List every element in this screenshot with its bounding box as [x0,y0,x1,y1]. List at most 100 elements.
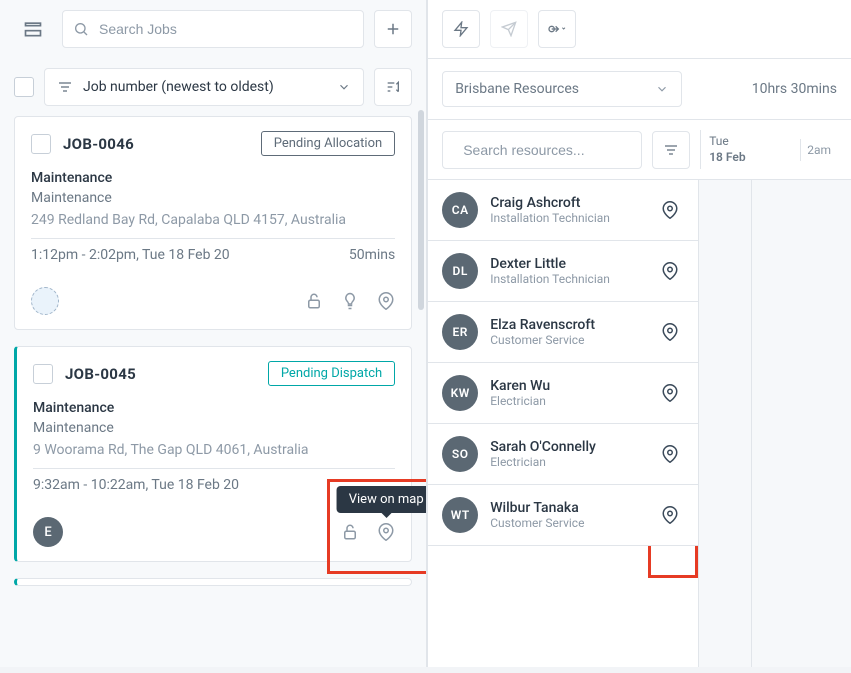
job-time: 9:32am - 10:22am, Tue 18 Feb 20 [33,477,239,493]
avatar: DL [442,253,478,289]
search-resources-input[interactable] [461,141,646,159]
lightbulb-icon [341,292,359,310]
job-select-checkbox[interactable] [33,364,53,384]
job-address: 249 Redland Bay Rd, Capalaba QLD 4157, A… [31,212,395,228]
unlock-icon [305,292,323,310]
map-button[interactable]: View on map [377,523,395,541]
timeline-day: Tue [709,134,782,150]
assigned-avatar[interactable]: E [33,517,63,547]
lock-button[interactable] [341,523,359,541]
unlock-icon [341,523,359,541]
lightning-icon [453,21,469,37]
resource-name: Sarah O'Connelly [490,439,656,455]
map-button[interactable] [377,292,395,310]
locate-resource-button[interactable] [656,196,684,224]
resource-role: Installation Technician [490,272,656,286]
send-button[interactable] [490,10,528,48]
map-pin-icon [661,323,679,341]
job-card-partial[interactable] [14,578,412,586]
jobs-panel: Job number (newest to oldest) JOB-0046 P… [0,0,427,667]
job-card[interactable]: JOB-0046 Pending Allocation Maintenance … [14,116,412,330]
resource-name: Elza Ravenscroft [490,317,656,333]
job-status-badge: Pending Dispatch [268,361,395,386]
resource-group-select[interactable]: Brisbane Resources [442,71,682,107]
job-status-badge: Pending Allocation [261,131,396,156]
chevron-down-icon [337,80,351,94]
resource-row[interactable]: ER Elza Ravenscroft Customer Service [428,302,698,363]
map-pin-icon [661,506,679,524]
timeline-grid[interactable] [698,180,851,667]
export-button[interactable] [538,10,576,48]
resource-row[interactable]: DL Dexter Little Installation Technician [428,241,698,302]
timeline-tick: 2am [800,139,837,161]
panel-icon [23,19,43,39]
map-pin-icon [377,292,395,310]
map-pin-icon [661,384,679,402]
panel-toggle-button[interactable] [14,10,52,48]
unassigned-avatar[interactable] [31,287,59,315]
resource-sort-button[interactable] [652,131,690,169]
job-duration: 50mins [349,247,395,263]
job-category: Maintenance [33,400,395,416]
resource-name: Wilbur Tanaka [490,500,656,516]
job-id: JOB-0045 [65,365,136,383]
job-list: JOB-0046 Pending Allocation Maintenance … [0,116,426,673]
suggest-button[interactable] [341,292,359,310]
sort-label: Job number (newest to oldest) [83,79,274,95]
timeline-date: Tue 18 Feb [700,130,790,169]
lock-button[interactable] [305,292,323,310]
resource-name: Dexter Little [490,256,656,272]
sort-desc-icon [385,79,401,95]
sort-dropdown[interactable]: Job number (newest to oldest) [44,68,364,106]
resource-row[interactable]: KW Karen Wu Electrician [428,363,698,424]
locate-resource-button[interactable] [656,501,684,529]
job-subtype: Maintenance [33,420,395,436]
map-pin-icon [661,445,679,463]
sort-direction-button[interactable] [374,68,412,106]
locate-resource-button[interactable] [656,379,684,407]
avatar: CA [442,192,478,228]
select-all-checkbox[interactable] [14,77,34,97]
locate-resource-button[interactable] [656,440,684,468]
resource-list: CA Craig Ashcroft Installation Technicia… [428,180,851,667]
quick-action-button[interactable] [442,10,480,48]
resource-role: Electrician [490,455,656,469]
send-icon [501,21,517,37]
map-pin-icon [661,201,679,219]
search-jobs-input-wrap[interactable] [62,10,364,48]
job-select-checkbox[interactable] [31,134,51,154]
resource-role: Customer Service [490,516,656,530]
chevron-down-icon [655,82,669,96]
locate-resource-button[interactable] [656,318,684,346]
timeline-date-text: 18 Feb [709,150,782,166]
resource-row[interactable]: SO Sarah O'Connelly Electrician [428,424,698,485]
job-card[interactable]: JOB-0045 Pending Dispatch Maintenance Ma… [14,346,412,562]
export-icon [547,21,567,37]
add-job-button[interactable] [374,10,412,48]
avatar: WT [442,497,478,533]
resource-name: Craig Ashcroft [490,195,656,211]
search-icon [73,21,89,37]
search-jobs-input[interactable] [97,20,353,38]
avatar: KW [442,375,478,411]
locate-resource-button[interactable] [656,257,684,285]
search-resources-wrap[interactable] [442,131,642,169]
resource-role: Electrician [490,394,656,408]
job-address: 9 Woorama Rd, The Gap QLD 4061, Australi… [33,442,395,458]
resource-role: Customer Service [490,333,656,347]
resource-role: Installation Technician [490,211,656,225]
job-time: 1:12pm - 2:02pm, Tue 18 Feb 20 [31,247,230,263]
job-id: JOB-0046 [63,135,134,153]
resource-name: Karen Wu [490,378,656,394]
avatar: ER [442,314,478,350]
scrollbar[interactable] [418,110,424,310]
map-tooltip: View on map [337,486,426,513]
resource-group-label: Brisbane Resources [455,81,579,97]
sort-icon [57,79,73,95]
resources-panel: Brisbane Resources 10hrs 30mins Tue 18 F… [427,0,851,667]
sort-icon [663,142,679,158]
plus-icon [384,20,402,38]
resource-row[interactable]: WT Wilbur Tanaka Customer Service [428,485,698,546]
resource-row[interactable]: CA Craig Ashcroft Installation Technicia… [428,180,698,241]
hours-summary: 10hrs 30mins [752,81,837,97]
